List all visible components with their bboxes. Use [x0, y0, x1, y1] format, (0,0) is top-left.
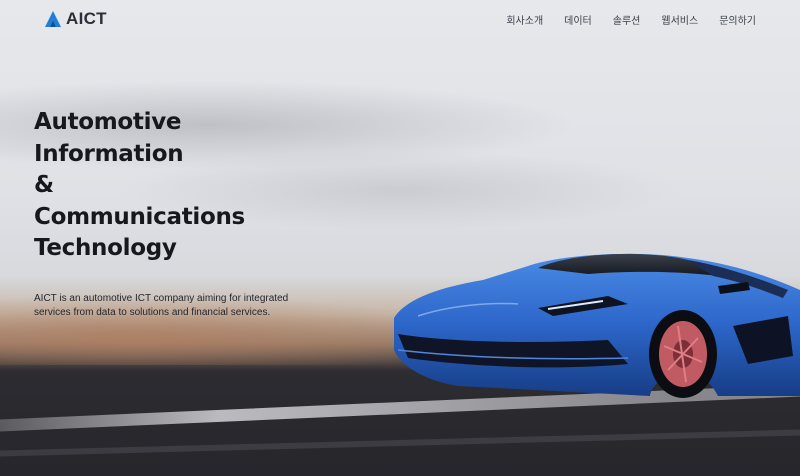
headline-line: Technology — [34, 235, 177, 261]
brand-name: AICT — [66, 9, 107, 28]
description-line: services from data to solutions and fina… — [34, 307, 271, 318]
nav-item-data[interactable]: 데이터 — [564, 12, 592, 27]
road-shadow — [0, 428, 800, 458]
description-line: AICT is an automotive ICT company aiming… — [34, 293, 289, 304]
headline-line: Automotive — [34, 109, 182, 135]
hero-headline: Automotive Information & Communications … — [34, 107, 245, 265]
sports-car-image — [394, 253, 800, 398]
brand-logo-icon — [45, 11, 61, 27]
nav-item-solutions[interactable]: 솔루션 — [613, 12, 641, 27]
headline-line: Communications — [34, 203, 245, 230]
main-menu: 회사소개 데이터 솔루션 웹서비스 문의하기 — [506, 12, 756, 27]
nav-item-web-services[interactable]: 웹서비스 — [661, 12, 698, 27]
hero-description: AICT is an automotive ICT company aiming… — [34, 292, 314, 320]
headline-line: & — [34, 172, 54, 198]
nav-item-company[interactable]: 회사소개 — [506, 12, 543, 27]
brand-logo[interactable]: AICT — [44, 9, 107, 29]
headline-line: Information — [34, 140, 184, 167]
top-navigation: AICT 회사소개 데이터 솔루션 웹서비스 문의하기 — [0, 0, 800, 40]
nav-item-contact[interactable]: 문의하기 — [719, 12, 756, 27]
